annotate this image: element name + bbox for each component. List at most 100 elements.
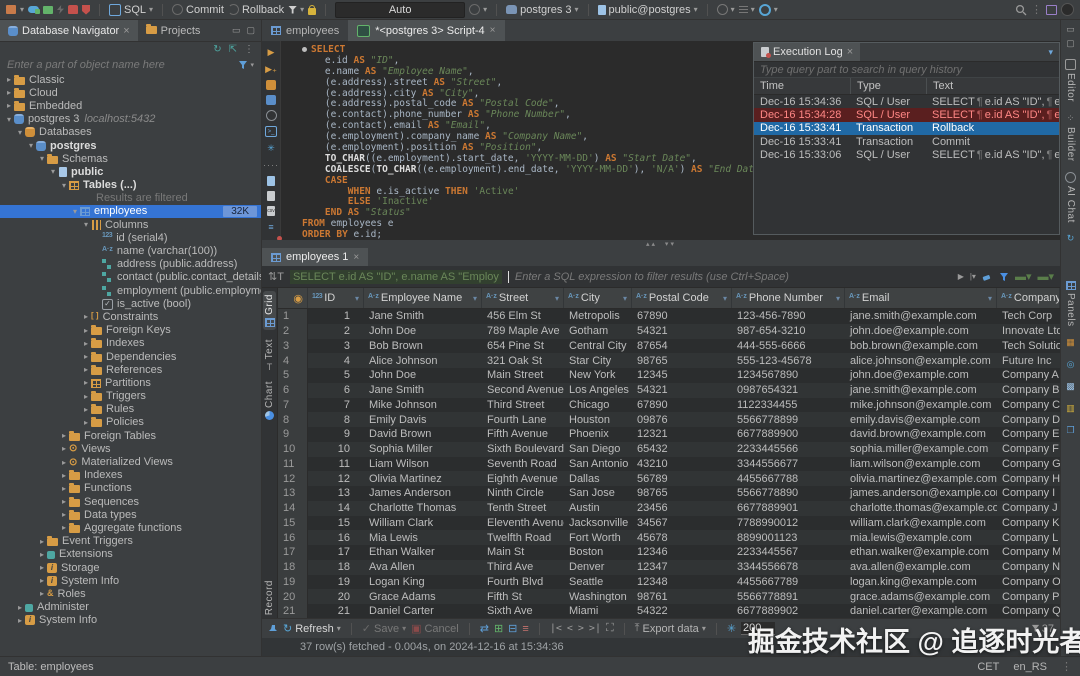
add-row-icon[interactable]: ⊞ [494, 622, 503, 635]
tree-item[interactable]: ▸References [0, 363, 261, 376]
table-cell[interactable]: john.doe@example.com [845, 368, 997, 383]
table-cell[interactable]: Future Inc [997, 353, 1060, 368]
table-cell[interactable]: Company A [997, 368, 1060, 383]
tree-item[interactable]: ▾Tables (...) [0, 179, 261, 192]
tree-item[interactable]: ▸⊙Views [0, 442, 261, 455]
grid-col-street[interactable]: A·zStreet▾ [482, 288, 564, 308]
table-cell[interactable]: 12347 [632, 560, 732, 575]
table-row[interactable]: 2020Grace AdamsFifth StWashington9876155… [278, 589, 1060, 604]
tree-item[interactable]: ▸Foreign Tables [0, 429, 261, 442]
tab-database-navigator[interactable]: Database Navigator × [0, 20, 138, 41]
dictionary-icon[interactable] [266, 80, 276, 90]
table-row[interactable]: 11Jane Smith456 Elm StMetropolis67890123… [278, 309, 1060, 324]
table-cell[interactable]: david.brown@example.com [845, 427, 997, 442]
table-cell[interactable]: 98761 [632, 589, 732, 604]
table-cell[interactable]: 10 [308, 442, 364, 457]
tab-script-4[interactable]: *<postgres 3> Script-4 × [348, 20, 504, 41]
table-cell[interactable]: 16 [308, 530, 364, 545]
table-cell[interactable]: Fifth St [482, 589, 564, 604]
table-cell[interactable]: Tech Corp [997, 309, 1060, 324]
tree-item[interactable]: ▾Databases [0, 126, 261, 139]
table-cell[interactable]: 3344556677 [732, 457, 845, 472]
table-cell[interactable]: 4455667788 [732, 471, 845, 486]
services-icon[interactable]: ✳ [265, 142, 277, 154]
table-cell[interactable]: 13 [308, 486, 364, 501]
table-cell[interactable]: 654 Pine St [482, 339, 564, 354]
table-cell[interactable]: 444-555-6666 [732, 339, 845, 354]
table-cell[interactable]: 67890 [632, 398, 732, 413]
table-cell[interactable]: 14 [308, 501, 364, 516]
table-cell[interactable]: Seattle [564, 575, 632, 590]
table-cell[interactable]: Tenth Street [482, 501, 564, 516]
table-cell[interactable]: Miami [564, 604, 632, 618]
log-row[interactable]: Dec-16 15:33:41TransactionCommit [754, 135, 1059, 148]
applied-filter-text[interactable]: SELECT e.id AS "ID", e.name AS "Employ [290, 270, 502, 284]
tree-item[interactable]: ▸Dependencies [0, 350, 261, 363]
funnel-icon[interactable] [238, 60, 248, 70]
table-cell[interactable]: Gotham [564, 324, 632, 339]
table-cell[interactable]: Dallas [564, 471, 632, 486]
view-tab-text[interactable]: Text T [264, 339, 275, 372]
table-cell[interactable]: 4 [308, 353, 364, 368]
schema-select[interactable]: public@postgres▾ [598, 4, 698, 16]
table-cell[interactable]: 8 [308, 412, 364, 427]
delete-row-icon[interactable]: ⊟ [508, 622, 517, 635]
tab-projects[interactable]: Projects [138, 20, 209, 41]
view-tab-chart[interactable]: Chart [264, 381, 275, 420]
row-filter-pill-icon[interactable]: ▬▾ [1015, 270, 1032, 283]
tree-item[interactable]: ▸iStorage [0, 561, 261, 574]
kebab-menu-icon[interactable]: ⋮ [1031, 3, 1042, 16]
minimize-icon[interactable]: ▭ [1066, 24, 1075, 35]
filter-rows-button[interactable]: ▾ [288, 5, 304, 14]
tree-item[interactable]: ▸Cloud [0, 86, 261, 99]
log-col-type[interactable]: Type [850, 78, 926, 94]
duplicate-row-icon[interactable]: ≡ [522, 623, 528, 635]
table-cell[interactable]: william.clark@example.com [845, 516, 997, 531]
table-cell[interactable]: Fourth Lane [482, 412, 564, 427]
table-cell[interactable]: 12345 [632, 368, 732, 383]
table-cell[interactable]: mia.lewis@example.com [845, 530, 997, 545]
tree-item[interactable]: ▸Event Triggers [0, 535, 261, 548]
tree-item[interactable]: ▸Administer [0, 601, 261, 614]
dropdown-icon[interactable]: |▾ [970, 272, 976, 281]
tree-item[interactable]: contact (public.contact_details) [0, 271, 261, 284]
tree-item[interactable]: ▸Embedded [0, 99, 261, 112]
table-cell[interactable]: 2233445566 [732, 442, 845, 457]
ai-assistant-icon[interactable] [266, 110, 277, 121]
heatmap-icon[interactable]: ▩ [1065, 380, 1077, 392]
tree-item[interactable]: address (public.address) [0, 258, 261, 271]
tree-item[interactable]: ▾employees32K [0, 205, 261, 218]
grid-col-email[interactable]: A·zEmail▾ [845, 288, 997, 308]
table-cell[interactable]: 12346 [632, 545, 732, 560]
doc-export-icon[interactable] [267, 176, 275, 186]
table-cell[interactable]: 18 [308, 560, 364, 575]
table-cell[interactable]: Eleventh Avenue [482, 516, 564, 531]
table-cell[interactable]: 9 [308, 427, 364, 442]
table-cell[interactable]: 09876 [632, 412, 732, 427]
table-cell[interactable]: bob.brown@example.com [845, 339, 997, 354]
kebab-menu-icon[interactable]: ⋮ [244, 44, 254, 55]
tree-item[interactable]: ▸Partitions [0, 376, 261, 389]
table-cell[interactable]: 54321 [632, 383, 732, 398]
table-cell[interactable]: Company I [997, 486, 1060, 501]
table-cell[interactable]: 54322 [632, 604, 732, 618]
table-cell[interactable]: Boston [564, 545, 632, 560]
table-cell[interactable]: olivia.martinez@example.com [845, 471, 997, 486]
history-refresh-icon[interactable]: ↻ [1065, 233, 1077, 245]
table-cell[interactable]: 789 Maple Ave [482, 324, 564, 339]
log-col-time[interactable]: Time [754, 78, 850, 94]
chart-panel-icon[interactable]: ▥ [1065, 402, 1077, 414]
table-cell[interactable]: Fifth Avenue [482, 427, 564, 442]
table-row[interactable]: 1919Logan KingFourth BlvdSeattle12348445… [278, 575, 1060, 590]
close-icon[interactable]: × [123, 25, 129, 37]
log-col-text[interactable]: Text [926, 78, 1059, 94]
table-cell[interactable]: 23456 [632, 501, 732, 516]
table-cell[interactable]: Company M [997, 545, 1060, 560]
aggregate-icon[interactable]: ◎ [1065, 358, 1077, 370]
table-cell[interactable]: Phoenix [564, 427, 632, 442]
table-row[interactable]: 1313James AndersonNinth CircleSan Jose98… [278, 486, 1060, 501]
env-button[interactable]: ▾ [717, 4, 735, 15]
table-cell[interactable]: Emily Davis [364, 412, 482, 427]
table-cell[interactable]: Company G [997, 457, 1060, 472]
table-cell[interactable]: charlotte.thomas@example.com [845, 501, 997, 516]
